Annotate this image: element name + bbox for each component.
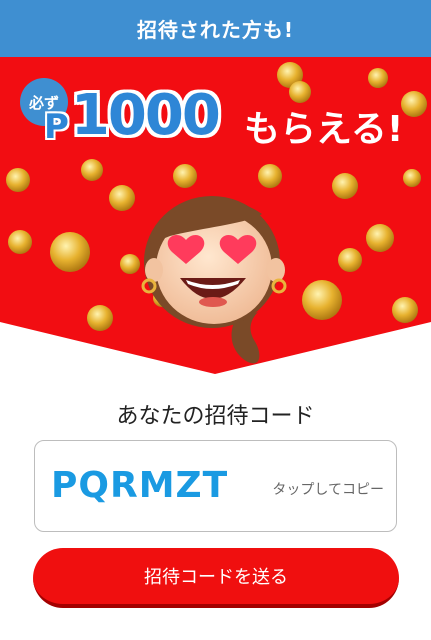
- point-amount-value: 1000: [70, 83, 221, 148]
- point-currency-mark: P: [44, 107, 69, 147]
- header-banner: 招待された方も!: [0, 0, 431, 57]
- header-text: 招待された方も!: [136, 18, 295, 42]
- promo-suffix: もらえる!: [244, 109, 404, 150]
- invite-code-value[interactable]: PQRMZT: [51, 465, 228, 506]
- send-invite-code-button[interactable]: 招待コードを送る: [33, 548, 399, 608]
- invite-code-title: あなたの招待コード: [116, 404, 315, 429]
- tap-to-copy-hint[interactable]: タップしてコピー: [272, 479, 384, 499]
- invite-code-box[interactable]: PQRMZT タップしてコピー: [34, 440, 397, 532]
- points-amount: P 1000: [44, 83, 221, 148]
- send-invite-code-label: 招待コードを送る: [144, 567, 288, 588]
